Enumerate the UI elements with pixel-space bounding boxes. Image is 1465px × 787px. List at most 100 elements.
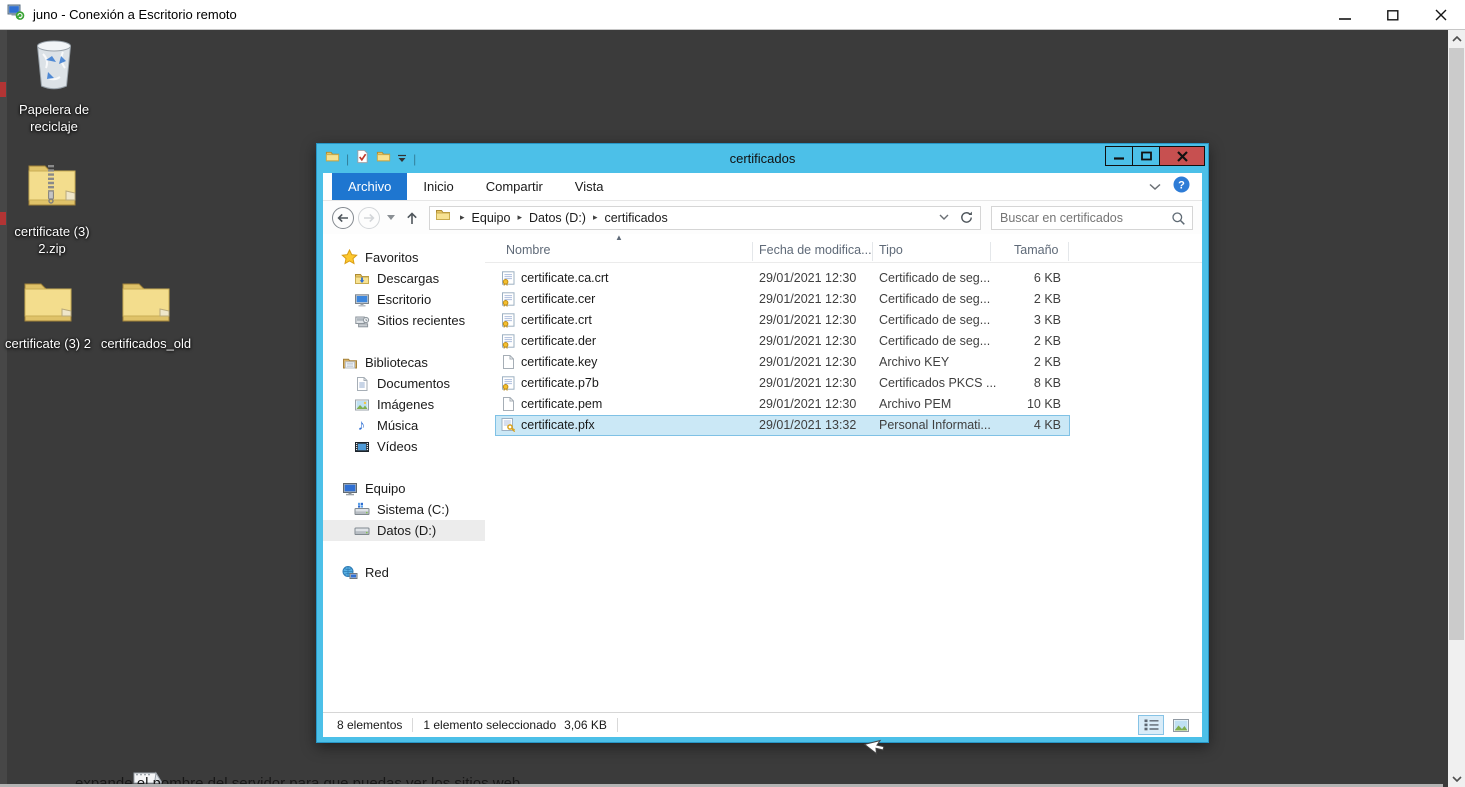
certificate-file-icon bbox=[500, 333, 516, 352]
scrollbar-thumb[interactable] bbox=[1449, 48, 1464, 640]
search-input[interactable] bbox=[992, 211, 1192, 225]
sidebar-item-equipo[interactable]: Equipo bbox=[323, 478, 485, 499]
libraries-icon bbox=[341, 354, 358, 371]
previous-locations-chevron-icon[interactable] bbox=[934, 207, 954, 229]
file-type: Archivo KEY bbox=[879, 355, 949, 369]
scroll-down-icon[interactable] bbox=[1448, 770, 1465, 787]
tab-compartir[interactable]: Compartir bbox=[470, 173, 559, 200]
sidebar-item-documentos[interactable]: Documentos bbox=[323, 373, 485, 394]
close-icon[interactable] bbox=[1159, 146, 1205, 166]
column-divider[interactable] bbox=[1068, 242, 1069, 261]
remote-desktop: Papelera de reciclaje certificate (3) 2.… bbox=[0, 30, 1465, 787]
file-row-certificate-crt[interactable]: certificate.crt 29/01/2021 12:30 Certifi… bbox=[495, 310, 1070, 331]
explorer-titlebar[interactable]: | bbox=[317, 144, 1208, 173]
rdp-window-controls bbox=[1321, 0, 1465, 30]
sidebar-item-sitios-recientes[interactable]: Sitios recientes bbox=[323, 310, 485, 331]
desktop-icon-label: certificados_old bbox=[98, 336, 194, 353]
status-bar: 8 elementos 1 elemento seleccionado 3,06… bbox=[323, 712, 1202, 737]
sidebar-item-red[interactable]: Red bbox=[323, 562, 485, 583]
properties-icon[interactable] bbox=[355, 149, 370, 169]
data-drive-icon bbox=[353, 522, 370, 539]
quick-access-toolbar: | bbox=[317, 149, 416, 169]
vertical-scrollbar[interactable] bbox=[1448, 30, 1465, 787]
file-date: 29/01/2021 12:30 bbox=[759, 271, 856, 285]
certificate-file-icon bbox=[500, 270, 516, 289]
documents-icon bbox=[353, 375, 370, 392]
sidebar-item-musica[interactable]: ♪ Música bbox=[323, 415, 485, 436]
file-row-certificate-der[interactable]: certificate.der 29/01/2021 12:30 Certifi… bbox=[495, 331, 1070, 352]
tab-vista[interactable]: Vista bbox=[559, 173, 620, 200]
desktop-icon-folder-certificate[interactable]: certificate (3) 2 bbox=[0, 278, 96, 353]
sidebar-item-descargas[interactable]: Descargas bbox=[323, 268, 485, 289]
system-drive-icon bbox=[353, 501, 370, 518]
maximize-icon[interactable] bbox=[1369, 0, 1417, 30]
sidebar-item-videos[interactable]: Vídeos bbox=[323, 436, 485, 457]
search-icon[interactable] bbox=[1171, 211, 1186, 231]
file-type: Certificado de seg... bbox=[879, 292, 990, 306]
thumbnails-view-icon[interactable] bbox=[1168, 715, 1194, 735]
back-icon[interactable] bbox=[331, 206, 355, 230]
explorer-system-icon[interactable] bbox=[325, 149, 340, 169]
file-size: 2 KB bbox=[985, 334, 1061, 348]
close-icon[interactable] bbox=[1417, 0, 1465, 30]
file-name: certificate.p7b bbox=[521, 376, 599, 390]
folder-icon bbox=[21, 278, 75, 331]
qat-customize-icon[interactable] bbox=[397, 150, 407, 168]
column-divider[interactable] bbox=[872, 242, 873, 261]
sidebar-item-escritorio[interactable]: Escritorio bbox=[323, 289, 485, 310]
file-type: Certificado de seg... bbox=[879, 313, 990, 327]
column-header-tamano[interactable]: Tamaño bbox=[1014, 243, 1058, 257]
column-divider[interactable] bbox=[752, 242, 753, 261]
pictures-icon bbox=[353, 396, 370, 413]
file-row-certificate-ca-crt[interactable]: certificate.ca.crt 29/01/2021 12:30 Cert… bbox=[495, 268, 1070, 289]
file-row-certificate-cer[interactable]: certificate.cer 29/01/2021 12:30 Certifi… bbox=[495, 289, 1070, 310]
tab-inicio[interactable]: Inicio bbox=[407, 173, 469, 200]
column-header-tipo[interactable]: Tipo bbox=[879, 243, 903, 257]
breadcrumb-equipo[interactable]: Equipo bbox=[472, 211, 511, 225]
forward-icon[interactable] bbox=[357, 206, 381, 230]
column-header-nombre[interactable]: Nombre bbox=[506, 243, 550, 257]
minimize-icon[interactable] bbox=[1105, 146, 1133, 166]
breadcrumb-separator[interactable]: ▸ bbox=[586, 212, 605, 223]
column-divider[interactable] bbox=[990, 242, 991, 261]
file-size: 2 KB bbox=[985, 292, 1061, 306]
desktop-icon-zip[interactable]: certificate (3) 2.zip bbox=[4, 158, 100, 258]
sidebar-item-favoritos[interactable]: Favoritos bbox=[323, 247, 485, 268]
help-icon[interactable]: ? bbox=[1173, 176, 1190, 198]
desktop-icon-recycle-bin[interactable]: Papelera de reciclaje bbox=[6, 36, 102, 136]
file-row-certificate-pem[interactable]: certificate.pem 29/01/2021 12:30 Archivo… bbox=[495, 394, 1070, 415]
breadcrumb-separator[interactable]: ▸ bbox=[453, 212, 472, 223]
column-header-fecha[interactable]: Fecha de modifica... bbox=[759, 243, 872, 257]
sidebar-item-sistema-c[interactable]: Sistema (C:) bbox=[323, 499, 485, 520]
toolbar-separator: | bbox=[346, 152, 349, 166]
up-icon[interactable] bbox=[403, 209, 421, 227]
new-folder-icon[interactable] bbox=[376, 149, 391, 169]
favorites-star-icon bbox=[341, 249, 358, 266]
minimize-icon[interactable] bbox=[1321, 0, 1369, 30]
sidebar-item-datos-d[interactable]: Datos (D:) bbox=[323, 520, 485, 541]
file-row-certificate-p7b[interactable]: certificate.p7b 29/01/2021 12:30 Certifi… bbox=[495, 373, 1070, 394]
file-row-certificate-pfx[interactable]: certificate.pfx 29/01/2021 13:32 Persona… bbox=[495, 415, 1070, 436]
explorer-window-title: certificados bbox=[317, 144, 1208, 173]
refresh-icon[interactable] bbox=[956, 207, 976, 229]
collapse-ribbon-chevron-icon[interactable] bbox=[1149, 178, 1161, 196]
details-view-icon[interactable] bbox=[1138, 715, 1164, 735]
desktop-icon-folder-certificados-old[interactable]: certificados_old bbox=[98, 278, 194, 353]
maximize-icon[interactable] bbox=[1132, 146, 1160, 166]
breadcrumb-certificados[interactable]: certificados bbox=[604, 211, 667, 225]
tab-archivo[interactable]: Archivo bbox=[332, 173, 407, 200]
address-bar[interactable]: ▸ Equipo ▸ Datos (D:) ▸ certificados bbox=[429, 206, 981, 230]
address-bar-tools bbox=[934, 207, 980, 229]
sidebar-item-label: Datos (D:) bbox=[377, 523, 436, 538]
file-date: 29/01/2021 12:30 bbox=[759, 334, 856, 348]
computer-icon bbox=[341, 480, 358, 497]
sidebar-item-label: Música bbox=[377, 418, 418, 433]
file-row-certificate-key[interactable]: certificate.key 29/01/2021 12:30 Archivo… bbox=[495, 352, 1070, 373]
breadcrumb-separator[interactable]: ▸ bbox=[510, 212, 529, 223]
scroll-up-icon[interactable] bbox=[1448, 30, 1465, 47]
breadcrumb-datos-d[interactable]: Datos (D:) bbox=[529, 211, 586, 225]
recent-locations-chevron-icon[interactable] bbox=[387, 215, 395, 220]
sidebar-item-bibliotecas[interactable]: Bibliotecas bbox=[323, 352, 485, 373]
file-name: certificate.key bbox=[521, 355, 597, 369]
sidebar-item-imagenes[interactable]: Imágenes bbox=[323, 394, 485, 415]
